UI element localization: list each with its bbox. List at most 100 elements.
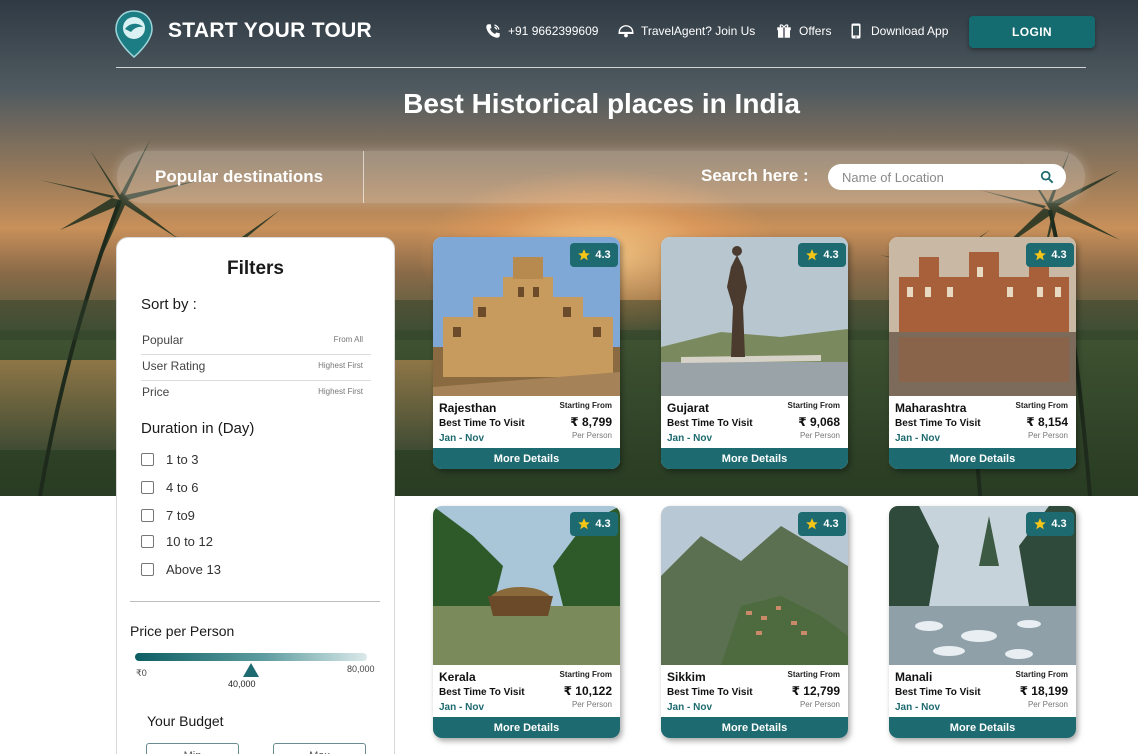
duration-label: 1 to 3 — [166, 452, 199, 467]
per-person-label: Per Person — [571, 700, 612, 709]
rating-value: 4.3 — [595, 249, 611, 261]
duration-checkbox[interactable] — [141, 535, 154, 548]
star-icon — [1034, 518, 1047, 530]
sort-option-user-rating[interactable]: User Rating Highest First — [141, 359, 371, 381]
price: ₹ 10,122 — [563, 684, 612, 698]
download-app-label: Download App — [871, 24, 949, 38]
duration-option[interactable]: Above 13 — [141, 562, 221, 577]
agent-cap-icon — [618, 25, 634, 38]
price-range-slider[interactable] — [135, 653, 367, 661]
more-details-button[interactable]: More Details — [889, 717, 1076, 738]
travel-agent-link[interactable]: TravelAgent? Join Us — [617, 22, 755, 40]
duration-option[interactable]: 1 to 3 — [141, 452, 199, 467]
rating-badge: 4.3 — [570, 243, 618, 267]
duration-label: 4 to 6 — [166, 480, 199, 495]
best-time-label: Best Time To Visit — [439, 418, 525, 429]
duration-title: Duration in (Day) — [141, 420, 255, 437]
phone-icon — [486, 24, 500, 38]
best-time-label: Best Time To Visit — [667, 687, 753, 698]
more-details-button[interactable]: More Details — [433, 448, 620, 469]
starting-from-label: Starting From — [559, 670, 612, 679]
duration-label: 10 to 12 — [166, 534, 213, 549]
logo-pin-icon[interactable] — [114, 9, 154, 59]
sort-option-label: Popular — [142, 333, 184, 347]
travel-agent-label: TravelAgent? Join Us — [641, 24, 756, 38]
sort-option-hint: Highest First — [318, 361, 363, 370]
more-details-button[interactable]: More Details — [889, 448, 1076, 469]
duration-checkbox[interactable] — [141, 453, 154, 466]
best-time-label: Best Time To Visit — [895, 418, 981, 429]
sort-option-popular[interactable]: Popular From All — [141, 333, 371, 355]
login-button[interactable]: LOGIN — [969, 16, 1095, 48]
duration-checkbox[interactable] — [141, 509, 154, 522]
filters-divider — [130, 601, 380, 602]
starting-from-label: Starting From — [559, 401, 612, 410]
best-months: Jan - Nov — [667, 702, 713, 713]
duration-option[interactable]: 4 to 6 — [141, 480, 199, 495]
duration-label: Above 13 — [166, 562, 221, 577]
destination-card[interactable]: 4.3 Rajesthan Best Time To Visit Jan - N… — [433, 237, 620, 469]
location-search-input[interactable] — [828, 164, 1066, 190]
rating-value: 4.3 — [1051, 518, 1067, 530]
destination-name: Sikkim — [667, 670, 706, 684]
rating-value: 4.3 — [595, 518, 611, 530]
rating-badge: 4.3 — [798, 243, 846, 267]
duration-checkbox[interactable] — [141, 563, 154, 576]
star-icon — [578, 249, 591, 261]
filters-title: Filters — [226, 258, 285, 279]
destination-name: Rajesthan — [439, 401, 497, 415]
destination-card[interactable]: 4.3 Maharashtra Best Time To Visit Jan -… — [889, 237, 1076, 469]
destination-card[interactable]: 4.3 Sikkim Best Time To Visit Jan - Nov … — [661, 506, 848, 738]
gift-icon — [777, 24, 791, 38]
phone-number: +91 9662399609 — [508, 24, 599, 38]
per-person-label: Per Person — [571, 431, 612, 440]
best-months: Jan - Nov — [667, 433, 713, 444]
budget-min-input[interactable]: Min — [146, 743, 239, 754]
rating-value: 4.3 — [823, 518, 839, 530]
phone-link[interactable]: +91 9662399609 — [484, 22, 598, 40]
star-icon — [1034, 249, 1047, 261]
best-time-label: Best Time To Visit — [667, 418, 753, 429]
destination-card[interactable]: 4.3 Kerala Best Time To Visit Jan - Nov … — [433, 506, 620, 738]
best-months: Jan - Nov — [895, 433, 941, 444]
more-details-button[interactable]: More Details — [661, 448, 848, 469]
rating-badge: 4.3 — [798, 512, 846, 536]
destination-card[interactable]: 4.3 Manali Best Time To Visit Jan - Nov … — [889, 506, 1076, 738]
more-details-button[interactable]: More Details — [433, 717, 620, 738]
filters-panel: Filters Sort by : Popular From All User … — [116, 237, 395, 754]
price: ₹ 18,199 — [1019, 684, 1068, 698]
sort-option-price[interactable]: Price Highest First — [141, 385, 371, 407]
sort-option-label: Price — [142, 385, 170, 399]
price-slider-thumb[interactable] — [243, 663, 259, 677]
your-budget-title: Your Budget — [147, 713, 224, 729]
starting-from-label: Starting From — [1015, 401, 1068, 410]
sort-option-hint: Highest First — [318, 387, 363, 396]
more-details-button[interactable]: More Details — [661, 717, 848, 738]
search-bar-divider — [363, 151, 364, 203]
budget-max-input[interactable]: Max — [273, 743, 366, 754]
star-icon — [806, 249, 819, 261]
rating-value: 4.3 — [1051, 249, 1067, 261]
starting-from-label: Starting From — [787, 401, 840, 410]
destination-name: Maharashtra — [895, 401, 967, 415]
brand-name[interactable]: START YOUR TOUR — [168, 19, 372, 43]
destination-name: Manali — [895, 670, 933, 684]
best-months: Jan - Nov — [439, 702, 485, 713]
duration-checkbox[interactable] — [141, 481, 154, 494]
duration-option[interactable]: 7 to9 — [141, 508, 195, 523]
per-person-label: Per Person — [799, 700, 840, 709]
rating-badge: 4.3 — [570, 512, 618, 536]
popular-destinations-link[interactable]: Popular destinations — [155, 167, 323, 187]
per-person-label: Per Person — [1027, 431, 1068, 440]
sort-option-label: User Rating — [142, 359, 206, 373]
per-person-label: Per Person — [799, 431, 840, 440]
destination-card[interactable]: 4.3 Gujarat Best Time To Visit Jan - Nov… — [661, 237, 848, 469]
starting-from-label: Starting From — [1015, 670, 1068, 679]
duration-option[interactable]: 10 to 12 — [141, 534, 213, 549]
price: ₹ 8,154 — [1026, 415, 1068, 429]
offers-link[interactable]: Offers — [775, 22, 831, 40]
search-icon[interactable] — [1040, 170, 1054, 184]
download-app-link[interactable]: Download App — [847, 22, 948, 40]
price-min-label: ₹0 — [136, 668, 147, 678]
sort-option-hint: From All — [333, 335, 363, 344]
